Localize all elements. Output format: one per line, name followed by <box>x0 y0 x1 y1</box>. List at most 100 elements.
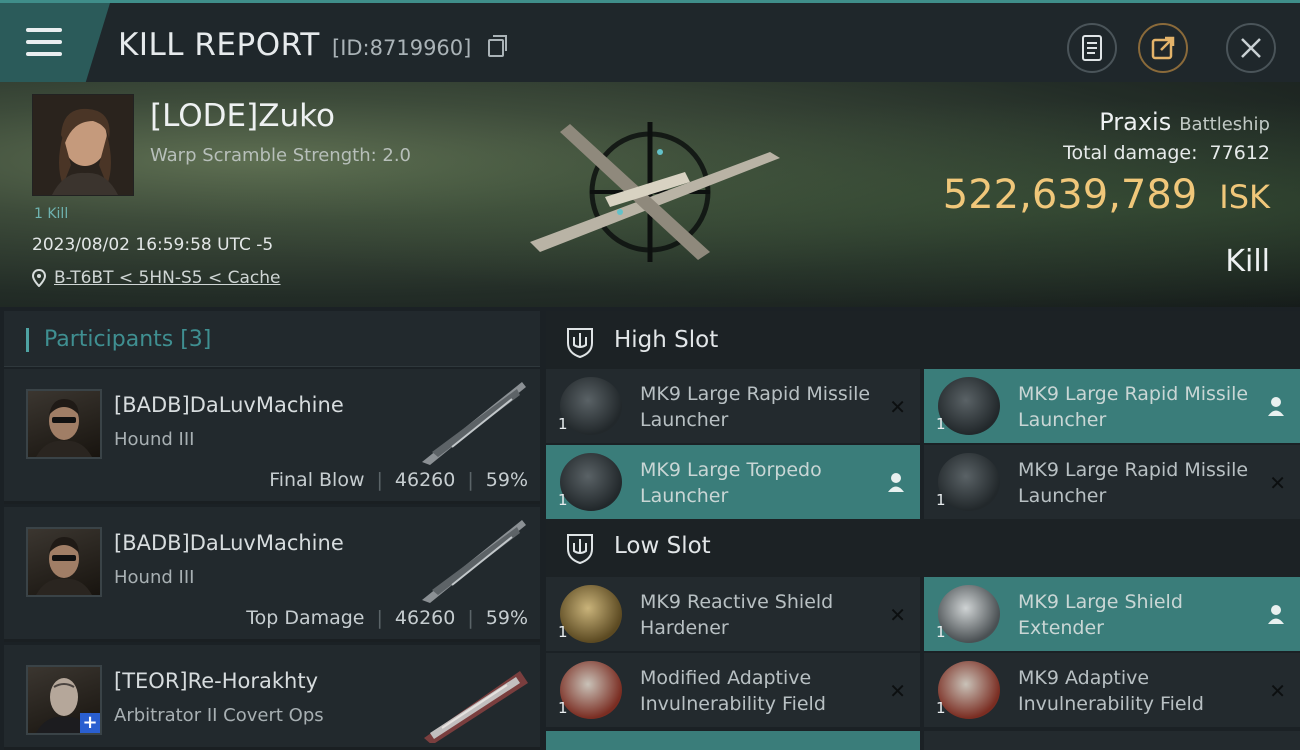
close-icon <box>1241 38 1261 58</box>
invulnerability-field-icon <box>938 661 1000 719</box>
victim-banner: [LODE]Zuko Warp Scramble Strength: 2.0 1… <box>0 82 1300 307</box>
participant-name[interactable]: [BADB]DaLuvMachine <box>114 531 344 555</box>
participant-row[interactable]: [BADB]DaLuvMachine Hound III Top Damage … <box>4 507 540 642</box>
kill-count-badge: 1 Kill <box>34 206 69 222</box>
document-icon <box>1082 35 1102 61</box>
participant-ship-image <box>422 382 526 465</box>
missile-launcher-icon <box>938 453 1000 511</box>
low-slot-label: Low Slot <box>614 533 711 559</box>
module-item[interactable]: 1 MK9 Large Shield Extender <box>924 577 1300 651</box>
module-item[interactable]: 1 MK9 Reactive Shield Hardener ✕ <box>546 577 920 651</box>
result-label: Kill <box>1225 244 1270 279</box>
module-name: MK9 Large Torpedo Launcher <box>640 459 822 507</box>
menu-button[interactable] <box>0 3 110 82</box>
person-icon <box>888 473 904 492</box>
participants-header: Participants [3] <box>4 311 540 367</box>
victim-portrait[interactable] <box>32 94 134 196</box>
shield-slot-icon <box>567 328 593 359</box>
participants-title: Participants [3] <box>44 327 212 352</box>
module-name: MK9 Reactive Shield Hardener <box>640 591 834 639</box>
module-name: MK9 Large Rapid Missile Launcher <box>1018 383 1249 431</box>
module-qty: 1 <box>936 415 946 433</box>
missile-launcher-icon <box>938 377 1000 435</box>
ship-class: Battleship <box>1179 114 1270 135</box>
participant-damage: 46260 <box>394 607 456 629</box>
top-bar: KILL REPORT [ID:8719960] <box>0 0 1300 82</box>
isk-unit: ISK <box>1219 178 1270 216</box>
participant-ship-image <box>424 671 528 743</box>
victim-ship-image <box>530 122 780 262</box>
module-name: MK9 Large Shield Extender <box>1018 591 1183 639</box>
module-item[interactable]: 1 MK9 Large Torpedo Launcher <box>546 445 920 519</box>
victim-subtitle: Warp Scramble Strength: 2.0 <box>150 145 412 166</box>
victim-ship-type: Praxis Battleship <box>1099 108 1270 136</box>
page-title: KILL REPORT <box>118 27 320 63</box>
low-slot-header: Low Slot <box>546 519 1300 577</box>
copy-icon[interactable] <box>488 35 507 57</box>
map-pin-icon <box>32 269 46 287</box>
module-qty: 1 <box>558 699 568 717</box>
close-button[interactable] <box>1226 23 1276 73</box>
module-item[interactable]: 1 MK9 Large Rapid Missile Launcher ✕ <box>924 445 1300 519</box>
kill-datetime: 2023/08/02 16:59:58 UTC -5 <box>32 235 274 255</box>
module-item[interactable]: 1 MK9 Large Rapid Missile Launcher <box>924 369 1300 443</box>
participant-damage: 46260 <box>394 469 456 491</box>
x-icon: ✕ <box>889 679 906 703</box>
x-icon: ✕ <box>889 395 906 419</box>
victim-name[interactable]: [LODE]Zuko <box>150 98 335 134</box>
avatar[interactable] <box>26 389 102 459</box>
module-name: MK9 Adaptive Invulnerability Field <box>1018 667 1204 715</box>
shield-slot-icon <box>567 534 593 565</box>
module-qty: 1 <box>936 491 946 509</box>
module-item[interactable]: 1 MK9 Adaptive Invulnerability Field ✕ <box>924 653 1300 727</box>
total-damage-label: Total damage: <box>1063 142 1198 164</box>
module-item[interactable]: 1 MK9 Large Rapid Missile Launcher ✕ <box>546 369 920 443</box>
invulnerability-field-icon <box>560 661 622 719</box>
participant-row[interactable]: [BADB]DaLuvMachine Hound III Final Blow … <box>4 369 540 504</box>
document-button[interactable] <box>1067 23 1117 73</box>
participant-stats: Top Damage | 46260 | 59% <box>246 607 528 629</box>
x-icon: ✕ <box>1269 679 1286 703</box>
module-qty: 1 <box>558 623 568 641</box>
report-id: [ID:8719960] <box>332 36 472 60</box>
kill-location[interactable]: B-T6BT < 5HN-S5 < Cache <box>32 268 281 288</box>
module-item-partial[interactable] <box>546 731 920 750</box>
participant-ship: Hound III <box>114 429 195 450</box>
participant-row[interactable]: + [TEOR]Re-Horakhty Arbitrator II Covert… <box>4 645 540 750</box>
participant-name[interactable]: [BADB]DaLuvMachine <box>114 393 344 417</box>
participant-ship-image <box>422 520 526 603</box>
shield-extender-icon <box>938 585 1000 643</box>
participant-role: Final Blow <box>269 469 365 491</box>
x-icon: ✕ <box>889 603 906 627</box>
module-qty: 1 <box>558 415 568 433</box>
person-icon <box>1268 397 1284 416</box>
hamburger-icon[interactable] <box>26 28 62 56</box>
isk-amount: 522,639,789 <box>942 172 1198 218</box>
avatar[interactable] <box>26 527 102 597</box>
module-item-partial[interactable] <box>924 731 1300 750</box>
total-damage: Total damage: 77612 <box>1063 142 1270 164</box>
module-name: Modified Adaptive Invulnerability Field <box>640 667 826 715</box>
participant-ship: Arbitrator II Covert Ops <box>114 705 324 726</box>
participant-pct: 59% <box>485 607 528 629</box>
share-icon <box>1151 36 1175 60</box>
module-qty: 1 <box>936 699 946 717</box>
participant-stats: Final Blow | 46260 | 59% <box>269 469 528 491</box>
module-name: MK9 Large Rapid Missile Launcher <box>640 383 871 431</box>
participant-pct: 59% <box>485 469 528 491</box>
participant-ship: Hound III <box>114 567 195 588</box>
module-name: MK9 Large Rapid Missile Launcher <box>1018 459 1249 507</box>
participant-name[interactable]: [TEOR]Re-Horakhty <box>114 669 318 693</box>
ship-name[interactable]: Praxis <box>1099 108 1171 136</box>
avatar[interactable]: + <box>26 665 102 735</box>
module-item[interactable]: 1 Modified Adaptive Invulnerability Fiel… <box>546 653 920 727</box>
module-qty: 1 <box>558 491 568 509</box>
module-qty: 1 <box>936 623 946 641</box>
corp-badge-icon: + <box>80 713 100 733</box>
share-button[interactable] <box>1138 23 1188 73</box>
x-icon: ✕ <box>1269 471 1286 495</box>
high-slot-header: High Slot <box>546 311 1300 373</box>
location-link[interactable]: B-T6BT < 5HN-S5 < Cache <box>54 268 281 288</box>
participant-role: Top Damage <box>246 607 365 629</box>
torpedo-launcher-icon <box>560 453 622 511</box>
